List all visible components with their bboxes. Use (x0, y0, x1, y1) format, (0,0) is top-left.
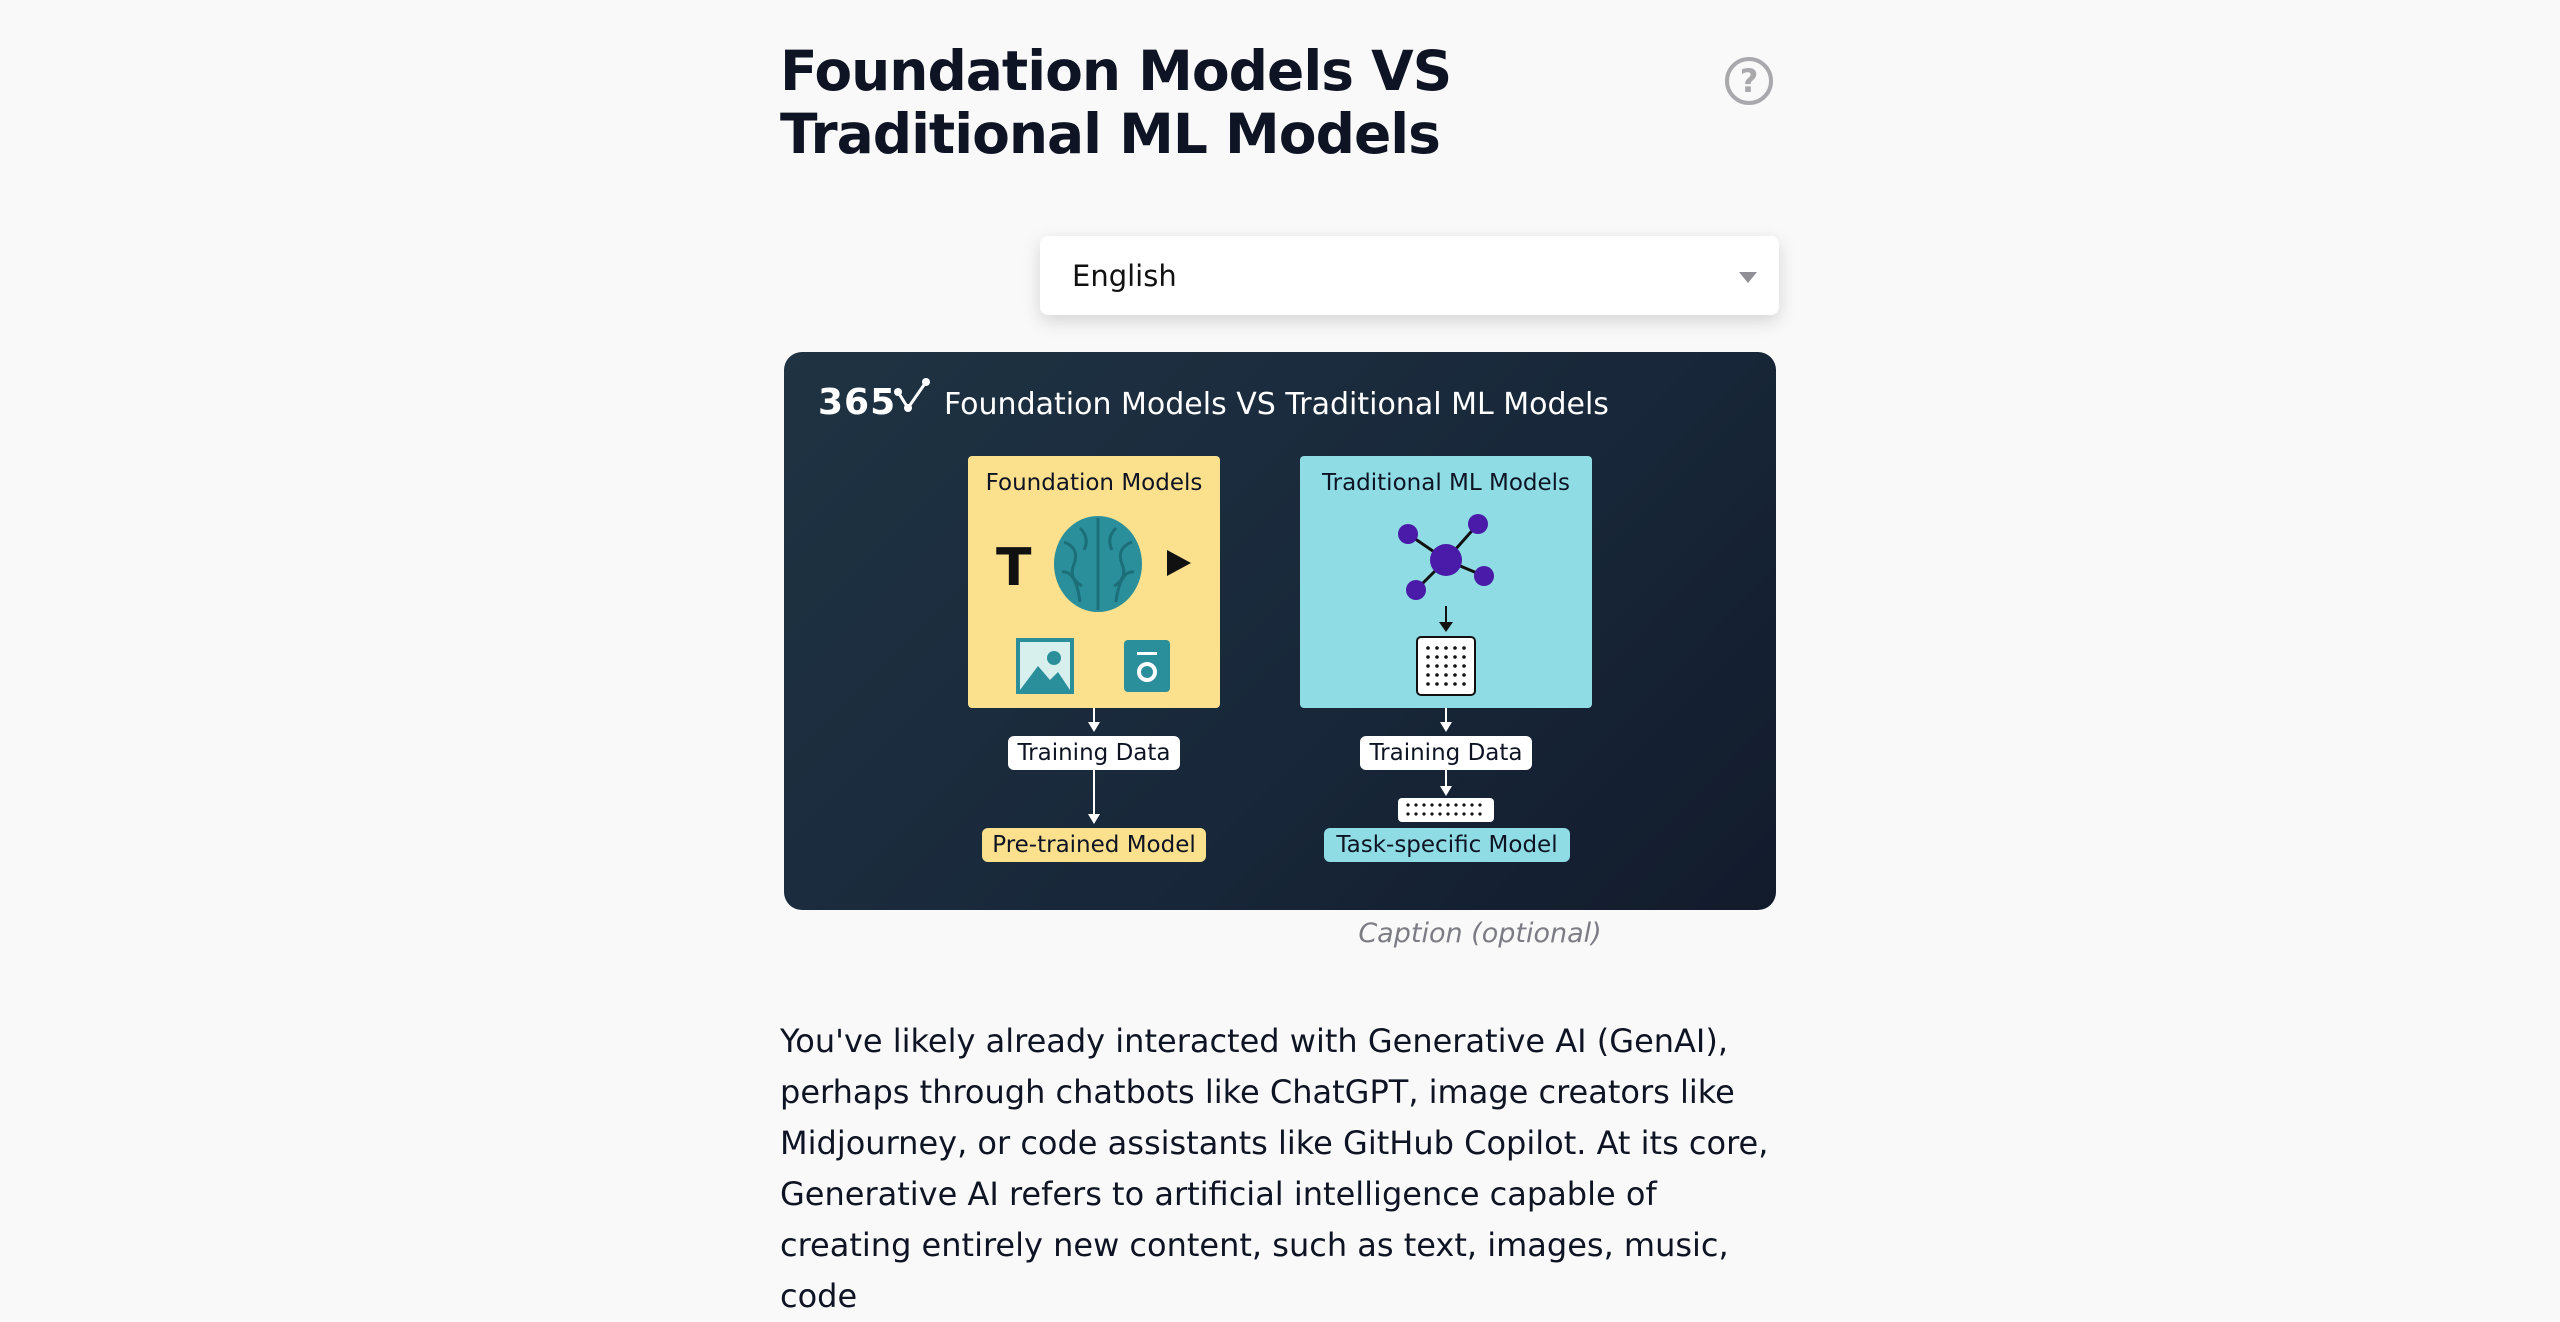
article-body-paragraph: You've likely already interacted with Ge… (780, 1022, 1769, 1315)
flow-connectors (1088, 708, 1494, 824)
help-icon[interactable]: ? (1725, 57, 1773, 105)
article-figure: 365 Foundation Models VS Traditional ML … (784, 352, 1776, 910)
traditional-training-data-label: Training Data (1360, 736, 1532, 770)
figure-caption[interactable]: Caption (optional) (1280, 918, 1680, 949)
foundation-training-data-label: Training Data (1008, 736, 1180, 770)
pretrained-model-label: Pre-trained Model (982, 828, 1206, 862)
chevron-down-icon (1739, 272, 1757, 283)
task-specific-model-label: Task-specific Model (1324, 828, 1570, 862)
language-select-value: English (1072, 258, 1177, 293)
language-select[interactable]: English (1040, 236, 1779, 315)
page-title: Foundation Models VS Traditional ML Mode… (780, 39, 1452, 166)
